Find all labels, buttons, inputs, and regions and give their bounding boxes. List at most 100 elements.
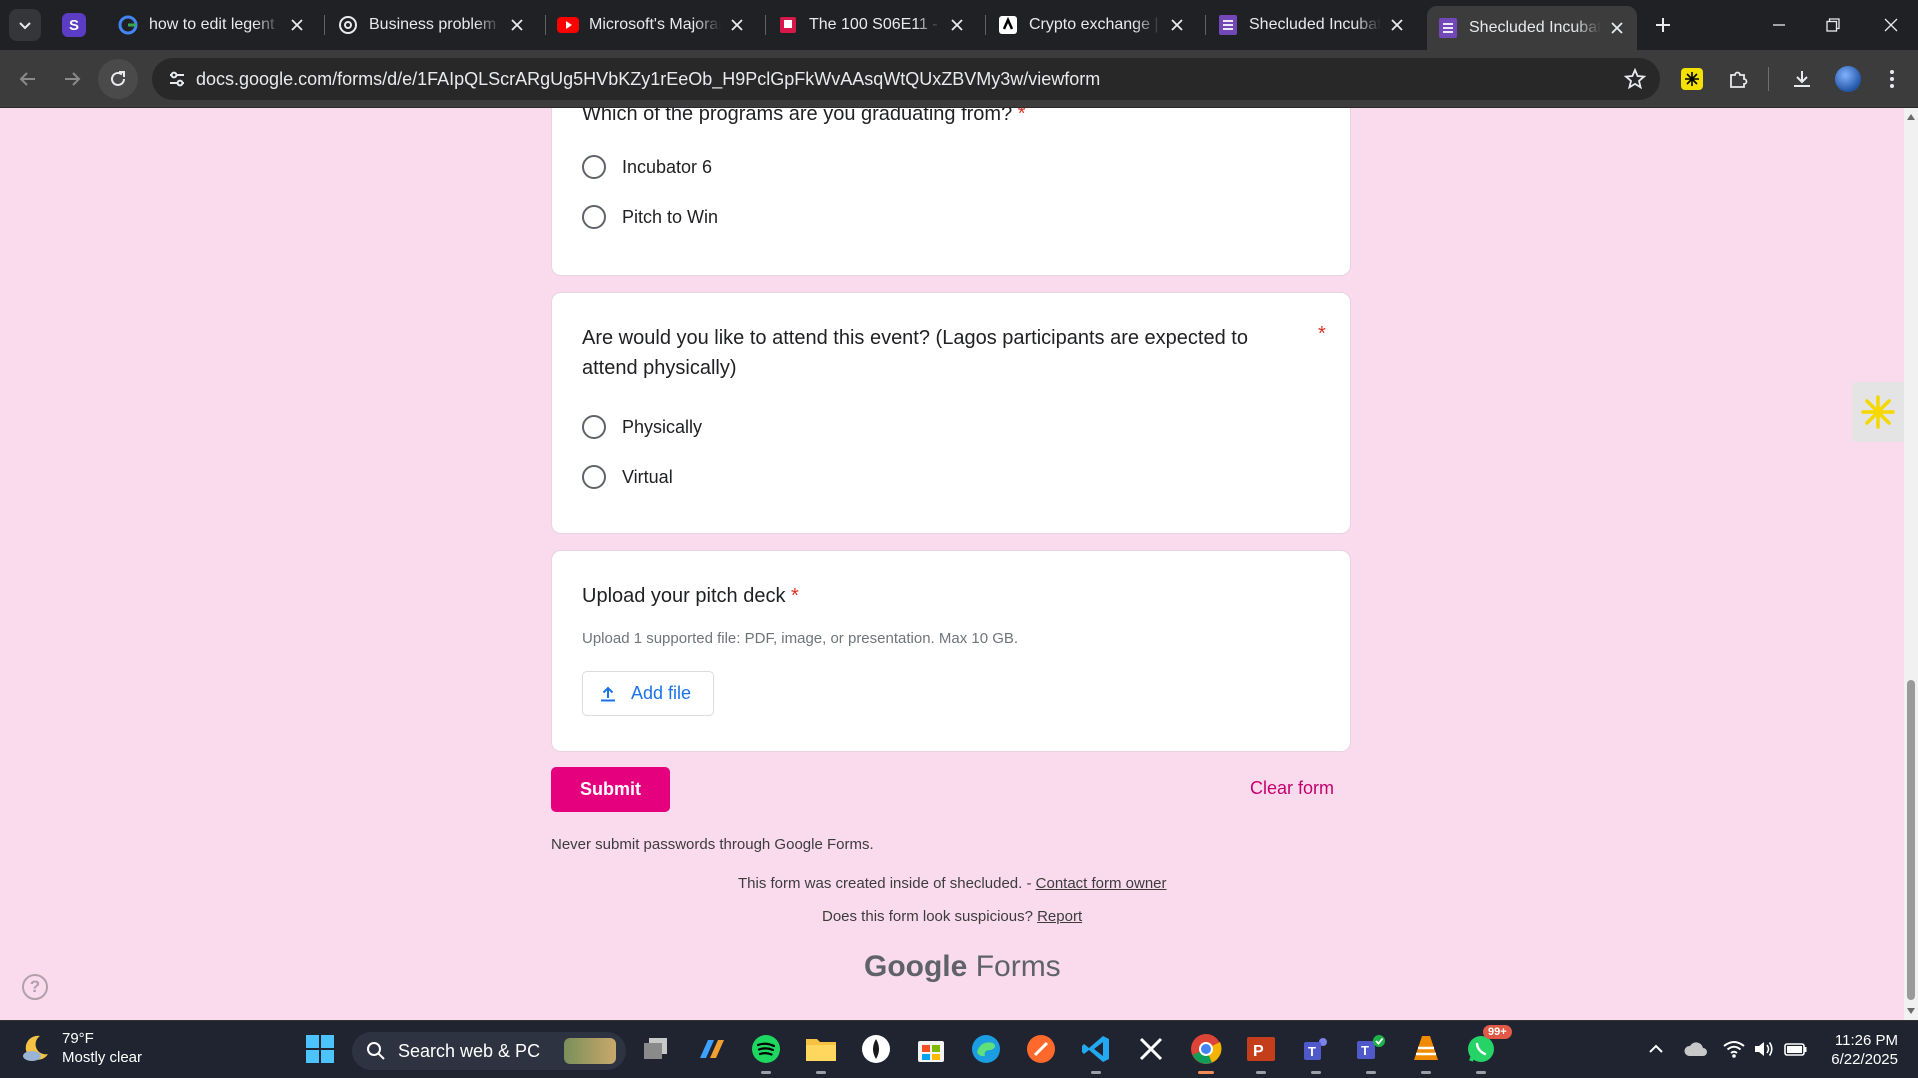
running-indicator [1311,1071,1321,1074]
taskbar-search[interactable]: Search web & PC [352,1032,626,1070]
address-bar[interactable]: docs.google.com/forms/d/e/1FAIpQLScrARgU… [152,58,1660,100]
battery-icon[interactable] [1784,1037,1808,1061]
x-icon[interactable] [1133,1031,1169,1067]
search-icon [367,1042,385,1060]
upload-hint: Upload 1 supported file: PDF, image, or … [582,630,1019,647]
exchange-icon [997,14,1019,36]
form-page: Which of the programs are you graduating… [0,108,1904,1020]
minimize-button[interactable] [1752,0,1806,50]
radio-button[interactable] [582,205,606,229]
spotify-icon[interactable] [748,1031,784,1074]
weather-widget[interactable]: 79°F Mostly clear [20,1029,142,1067]
radio-option[interactable]: Pitch to Win [582,205,718,229]
reload-icon [111,71,125,86]
powerpoint-icon[interactable]: P [1243,1031,1279,1074]
task-view-icon[interactable] [638,1031,674,1067]
radio-option[interactable]: Incubator 6 [582,155,712,179]
tab-6[interactable]: Shecluded Incubato [1207,8,1417,42]
weather-desc: Mostly clear [62,1049,143,1066]
teams-icon[interactable]: T [1298,1031,1334,1074]
tab-separator [765,15,766,35]
tab-2[interactable]: Business problem sc [327,8,537,42]
plus-icon [1656,18,1670,32]
downloads-button[interactable] [1782,59,1822,99]
logo-google-text: Google [864,950,968,983]
add-file-button[interactable]: Add file [582,671,714,716]
forward-button[interactable] [52,59,92,99]
whatsapp-icon[interactable]: 99+ [1463,1025,1512,1074]
file-explorer-icon[interactable] [803,1031,839,1074]
extension-button[interactable] [1672,59,1712,99]
extension-side-panel-tab[interactable] [1852,382,1904,442]
store-icon[interactable] [913,1031,949,1067]
radio-option[interactable]: Physically [582,415,702,439]
tab-3[interactable]: Microsoft's Majoran [547,8,757,42]
close-icon[interactable] [287,15,307,35]
volume-icon[interactable] [1752,1037,1776,1061]
app-icon[interactable] [1023,1031,1059,1067]
chrome-menu-button[interactable] [1872,59,1912,99]
restore-button[interactable] [1806,0,1860,50]
back-button[interactable] [8,59,48,99]
close-icon [1884,18,1898,32]
tab-1[interactable]: how to edit legent c [107,8,317,42]
download-icon [1794,71,1810,87]
bookmark-star-icon[interactable] [1624,68,1646,90]
close-window-button[interactable] [1864,0,1918,50]
contact-owner-link[interactable]: Contact form owner [1036,875,1167,892]
page-scrollbar[interactable] [1904,108,1918,1020]
created-text: This form was created inside of sheclude… [738,875,1036,892]
close-icon[interactable] [1387,15,1407,35]
logo-forms-text: Forms [975,950,1061,983]
report-link[interactable]: Report [1037,908,1082,925]
google-forms-logo[interactable]: Google Forms [864,950,1061,984]
browser-toolbar: docs.google.com/forms/d/e/1FAIpQLScrARgU… [0,50,1918,108]
svg-text:T: T [1361,1043,1369,1058]
close-icon[interactable] [1167,15,1187,35]
start-button[interactable] [302,1031,338,1067]
scroll-down-icon[interactable] [1906,1006,1916,1016]
radio-button[interactable] [582,465,606,489]
kebab-menu-icon [1890,70,1894,88]
onedrive-icon[interactable] [1684,1037,1708,1061]
reload-button[interactable] [98,59,138,99]
question-text: Which of the programs are you graduating… [582,108,1013,125]
close-icon[interactable] [947,15,967,35]
vscode-icon[interactable] [1078,1031,1114,1074]
site-info-icon[interactable] [162,64,192,94]
radio-button[interactable] [582,415,606,439]
radio-option[interactable]: Virtual [582,465,673,489]
url-text[interactable]: docs.google.com/forms/d/e/1FAIpQLScrARgU… [196,69,1100,90]
edge-icon[interactable] [968,1031,1004,1067]
help-icon[interactable]: ? [22,974,48,1000]
google-icon [117,14,139,36]
clear-form-button[interactable]: Clear form [1250,778,1334,799]
pinned-extension-icon[interactable]: S [62,13,86,37]
profile-button[interactable] [1828,59,1868,99]
show-hidden-icons[interactable] [1644,1037,1668,1061]
minimize-icon [1773,24,1785,26]
submit-button[interactable]: Submit [551,767,670,812]
tab-5[interactable]: Crypto exchange | B [987,8,1197,42]
extensions-menu-button[interactable] [1718,59,1758,99]
close-icon[interactable] [1607,18,1627,38]
close-icon[interactable] [727,15,747,35]
app-icon[interactable] [858,1031,894,1067]
chrome-icon[interactable] [1188,1031,1224,1074]
vlc-icon[interactable] [1408,1031,1444,1074]
radio-button[interactable] [582,155,606,179]
moon-weather-icon [23,1035,48,1061]
taskbar-clock[interactable]: 11:26 PM 6/22/2025 [1831,1031,1898,1069]
tab-search-button[interactable] [9,9,41,41]
copilot-icon[interactable] [693,1031,729,1067]
windows-taskbar: 79°F Mostly clear Search web & PC P T T … [0,1020,1918,1078]
wifi-icon[interactable] [1722,1037,1746,1061]
close-icon[interactable] [507,15,527,35]
tab-7-active[interactable]: Shecluded Incubato [1427,6,1637,50]
tab-4[interactable]: The 100 S06E11 - A [767,8,977,42]
running-indicator [1198,1071,1214,1074]
scroll-up-icon[interactable] [1906,112,1916,122]
new-tab-button[interactable] [1648,10,1678,40]
scrollbar-thumb[interactable] [1907,680,1915,1000]
teams-icon[interactable]: T [1353,1031,1389,1074]
